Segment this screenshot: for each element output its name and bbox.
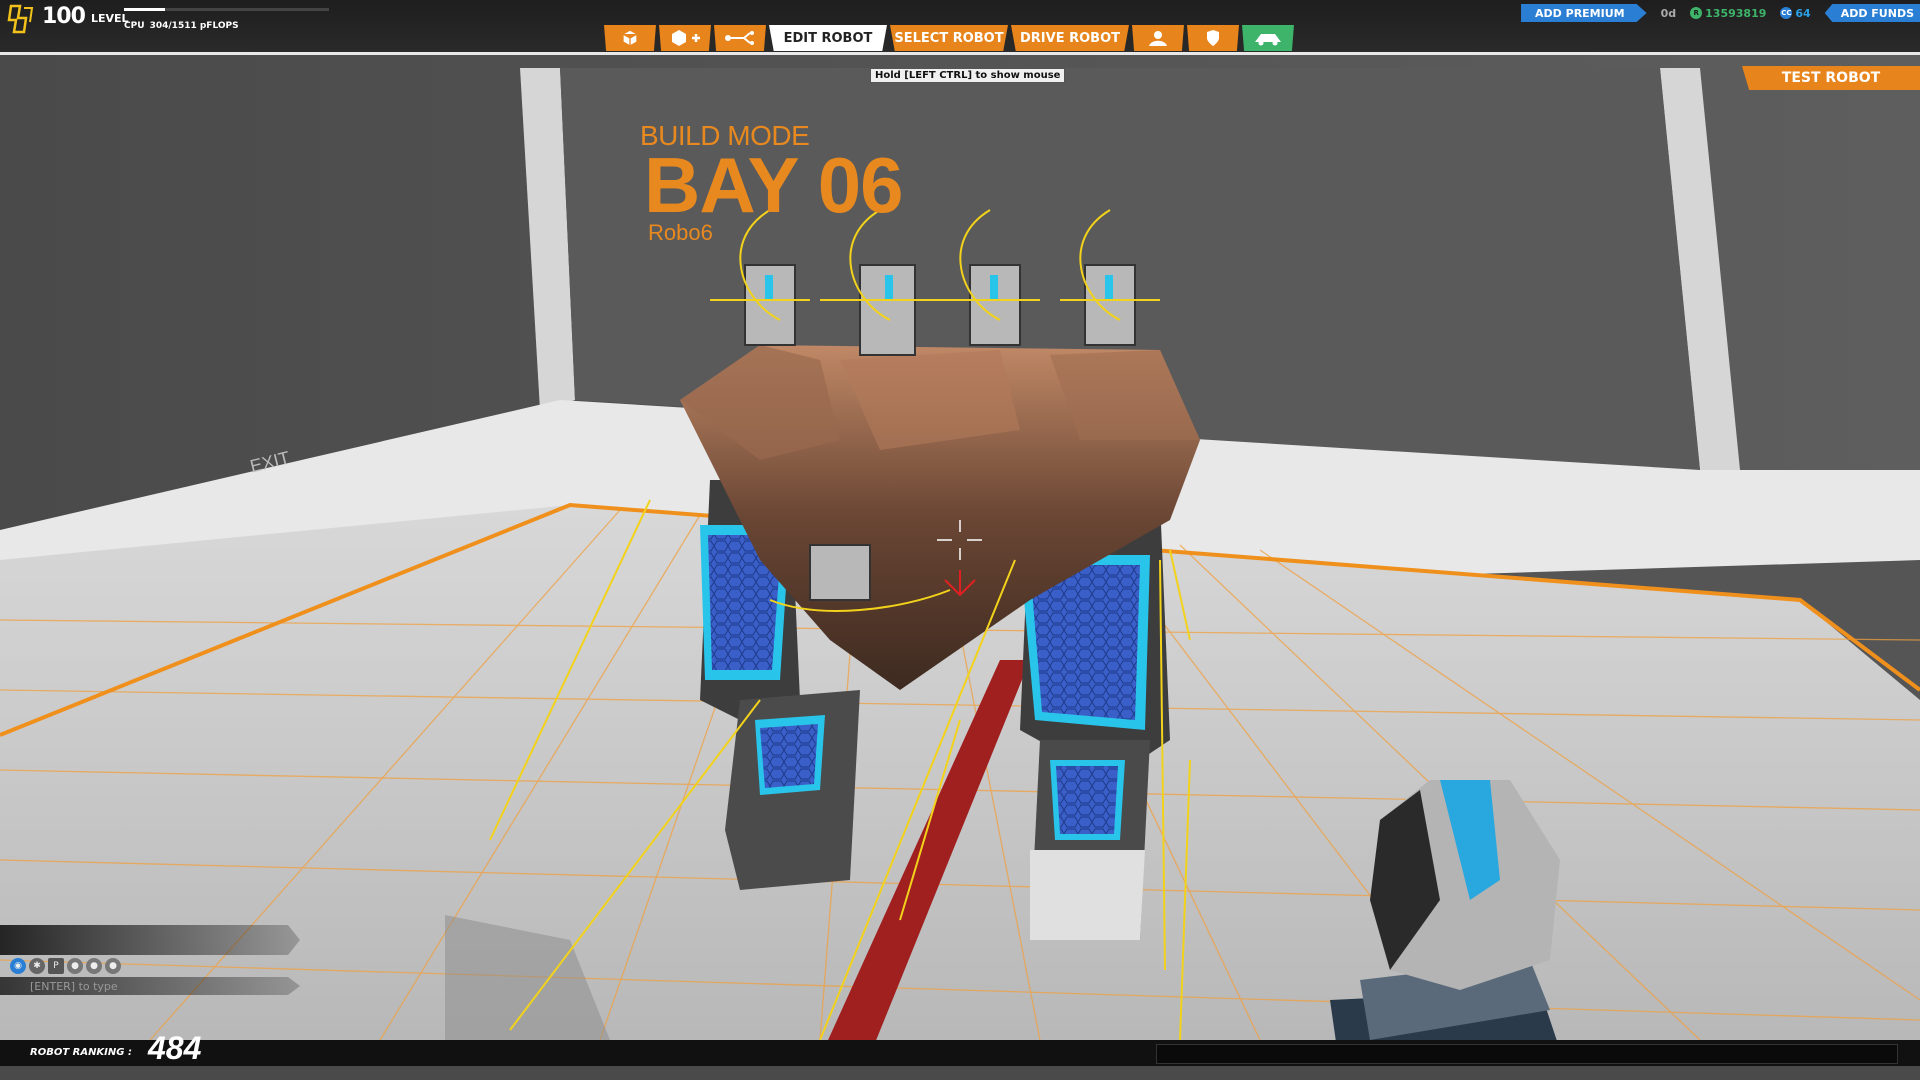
cosmetic-credits-value: 64 xyxy=(1795,6,1811,20)
globe-icon[interactable]: ◉ xyxy=(10,958,26,974)
tab-edit-robot[interactable]: EDIT ROBOT xyxy=(769,25,887,51)
premium-days: 0d xyxy=(1660,6,1677,20)
add-cube-button[interactable] xyxy=(659,25,711,51)
chat-channels: ◉ ✱ P ● ● ● xyxy=(10,958,121,974)
add-funds-button[interactable]: ADD FUNDS xyxy=(1824,4,1920,22)
cpu-value: 304/1511 pFLOPS xyxy=(149,21,239,31)
test-robot-button[interactable]: TEST ROBOT xyxy=(1742,66,1920,90)
robits-value: 13593819 xyxy=(1705,6,1767,20)
build-mode-button[interactable] xyxy=(604,25,656,51)
bottom-strip xyxy=(0,1066,1920,1080)
player-status: 100 LEVEL xyxy=(6,2,129,38)
bottom-right-panel xyxy=(1156,1044,1898,1064)
shield-icon xyxy=(1207,30,1219,46)
top-bar: 100 LEVEL CPU 304/1511 pFLOPS EDIT ROBOT… xyxy=(0,0,1920,55)
tab-drive-robot[interactable]: DRIVE ROBOT xyxy=(1011,25,1129,51)
garage-button[interactable] xyxy=(1242,25,1294,51)
cpu-bar xyxy=(124,8,329,11)
friend-icon[interactable]: ● xyxy=(67,958,83,974)
shield-button[interactable] xyxy=(1187,25,1239,51)
bay-title: BUILD MODE BAY 06 Robo6 xyxy=(640,120,904,246)
robits-balance: R 13593819 xyxy=(1690,7,1766,20)
robot-ranking-value: 484 xyxy=(148,1030,202,1066)
friend-icon[interactable]: ● xyxy=(86,958,102,974)
rank-icon xyxy=(6,2,36,36)
mouse-hint: Hold [LEFT CTRL] to show mouse xyxy=(870,68,1066,83)
cosmetic-credits-balance: CC 64 xyxy=(1780,6,1811,20)
add-premium-button[interactable]: ADD PREMIUM xyxy=(1521,4,1647,22)
robot-ranking-label: ROBOT RANKING : xyxy=(30,1047,132,1058)
connect-icon xyxy=(725,31,754,45)
cpu-meter: CPU 304/1511 pFLOPS xyxy=(124,8,329,32)
tab-select-robot[interactable]: SELECT ROBOT xyxy=(890,25,1008,51)
clan-icon[interactable]: ✱ xyxy=(29,958,45,974)
player-button[interactable] xyxy=(1132,25,1184,51)
friend-icon[interactable]: ● xyxy=(105,958,121,974)
level-label: LEVEL xyxy=(90,12,129,25)
player-icon xyxy=(1149,31,1167,46)
currency-bar: ADD PREMIUM 0d R 13593819 CC 64 ADD FUND… xyxy=(1521,4,1920,22)
party-icon[interactable]: P xyxy=(48,958,64,974)
garage-icon xyxy=(1255,34,1281,46)
connect-button[interactable] xyxy=(714,25,766,51)
robits-icon: R xyxy=(1690,7,1703,19)
player-level: 100 xyxy=(42,4,86,29)
chat-input[interactable]: [ENTER] to type xyxy=(0,977,300,995)
garage-scene[interactable] xyxy=(0,0,1920,1080)
chat-log xyxy=(0,925,300,955)
cosmetic-credits-icon: CC xyxy=(1780,7,1793,19)
cpu-label: CPU xyxy=(124,21,145,31)
cpu-bar-fill xyxy=(124,8,166,11)
cube-plus-icon xyxy=(672,30,700,46)
main-nav: EDIT ROBOT SELECT ROBOT DRIVE ROBOT xyxy=(604,25,1294,51)
cube-icon xyxy=(622,29,638,47)
bay-number: BAY 06 xyxy=(644,141,904,229)
